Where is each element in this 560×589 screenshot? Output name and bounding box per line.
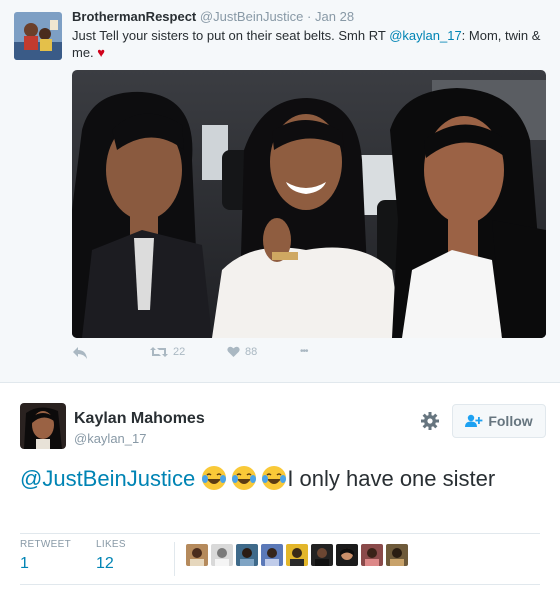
author-handle[interactable]: @JustBeinJustice bbox=[200, 9, 304, 24]
tweet-actions: 22 88 ••• bbox=[72, 346, 372, 366]
liker-avatar[interactable] bbox=[211, 544, 233, 566]
author-name[interactable]: Kaylan Mahomes bbox=[74, 410, 205, 428]
more-options-button[interactable]: ••• bbox=[300, 346, 308, 357]
divider bbox=[20, 584, 540, 585]
liker-avatar[interactable] bbox=[311, 544, 333, 566]
divider bbox=[0, 382, 560, 383]
retweet-count: 1 bbox=[20, 555, 29, 572]
tweet-photo[interactable] bbox=[72, 70, 546, 338]
liker-avatar[interactable] bbox=[236, 544, 258, 566]
tweet-text-body: I only have one sister bbox=[287, 466, 496, 491]
kaylan-avatar[interactable] bbox=[20, 403, 66, 449]
mention-link[interactable]: @kaylan_17 bbox=[389, 28, 461, 43]
divider bbox=[20, 533, 540, 534]
likes-stat[interactable]: LIKES 12 bbox=[96, 539, 126, 573]
retweet-count: 22 bbox=[173, 346, 186, 358]
tweet-text-start: Just Tell your sisters to put on their s… bbox=[72, 28, 390, 43]
liker-avatar[interactable] bbox=[261, 544, 283, 566]
like-count: 88 bbox=[245, 346, 258, 358]
tweet-header: BrothermanRespect @JustBeinJustice · Jan… bbox=[72, 9, 354, 24]
retweet-button[interactable]: 22 bbox=[150, 346, 185, 358]
quoted-tweet: BrothermanRespect @JustBeinJustice · Jan… bbox=[0, 0, 560, 382]
add-user-icon bbox=[465, 414, 483, 427]
heart-icon bbox=[227, 346, 240, 357]
liker-avatar[interactable] bbox=[361, 544, 383, 566]
divider bbox=[174, 542, 175, 576]
retweet-stat[interactable]: RETWEET 1 bbox=[20, 539, 71, 573]
mention-link[interactable]: @JustBeinJustice bbox=[20, 466, 195, 491]
liker-avatar[interactable] bbox=[386, 544, 408, 566]
follow-label: Follow bbox=[488, 413, 533, 429]
tweet-text: Just Tell your sisters to put on their s… bbox=[72, 27, 548, 61]
likes-count: 12 bbox=[96, 555, 114, 572]
separator-dot: · bbox=[307, 9, 312, 24]
gear-icon[interactable] bbox=[420, 411, 440, 431]
liker-avatars bbox=[186, 544, 408, 566]
tweet-text: @JustBeinJustice I only have one sister bbox=[20, 464, 540, 493]
red-heart-icon: ♥ bbox=[97, 45, 106, 60]
liker-avatar[interactable] bbox=[186, 544, 208, 566]
face-with-tears-of-joy-icon bbox=[232, 466, 257, 490]
brothermanrespect-avatar[interactable] bbox=[14, 12, 62, 60]
retweet-label: RETWEET bbox=[20, 539, 71, 550]
likes-label: LIKES bbox=[96, 539, 126, 550]
face-with-tears-of-joy-icon bbox=[202, 466, 227, 490]
more-icon: ••• bbox=[300, 346, 308, 357]
tweet-date[interactable]: Jan 28 bbox=[315, 9, 354, 24]
like-button[interactable]: 88 bbox=[227, 346, 257, 358]
liker-avatar[interactable] bbox=[286, 544, 308, 566]
reply-icon bbox=[73, 347, 87, 359]
follow-button[interactable]: Follow bbox=[452, 404, 546, 438]
author-handle[interactable]: @kaylan_17 bbox=[74, 431, 146, 446]
author-name[interactable]: BrothermanRespect bbox=[72, 9, 196, 24]
face-with-tears-of-joy-icon bbox=[262, 466, 287, 490]
retweet-icon bbox=[150, 347, 168, 357]
liker-avatar[interactable] bbox=[336, 544, 358, 566]
reply-button[interactable] bbox=[72, 346, 88, 360]
